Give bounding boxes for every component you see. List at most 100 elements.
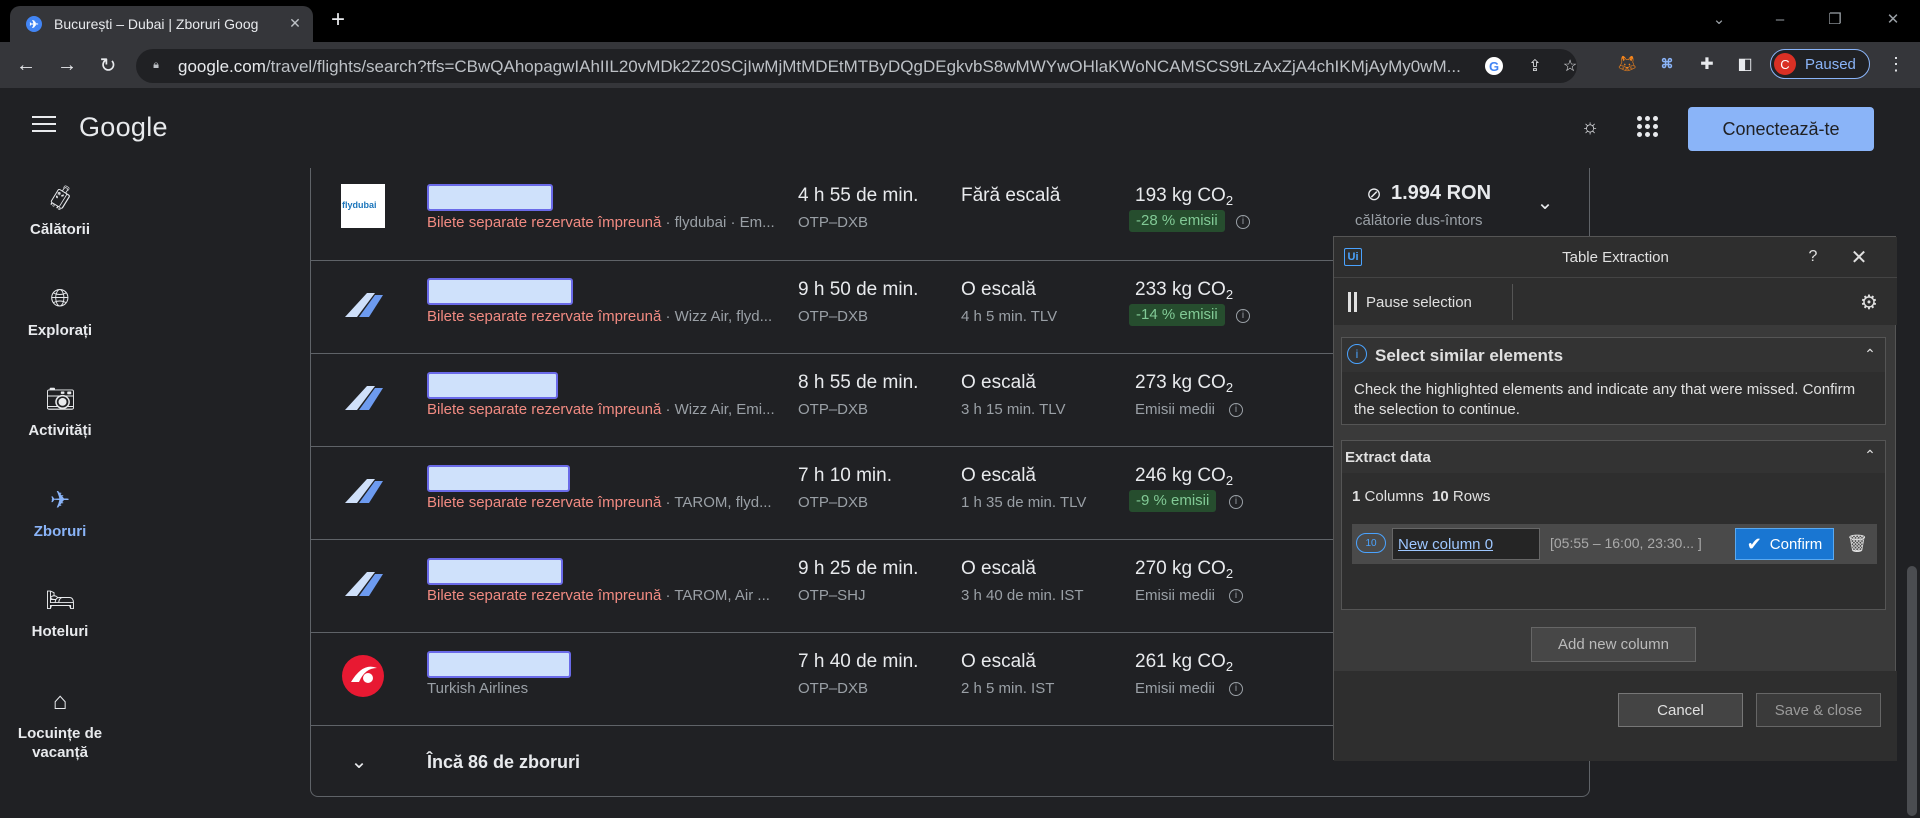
dialog-titlebar[interactable]: Ui Table Extraction ? ✕: [1334, 237, 1897, 277]
column-preview: [05:55 – 16:00, 23:30... ]: [1550, 535, 1702, 551]
home-icon: ⌂: [52, 688, 68, 715]
lock-icon[interactable]: 🔒︎: [150, 58, 162, 72]
bookmark-star-icon[interactable]: ☆: [1559, 55, 1581, 77]
google-logo[interactable]: Google: [79, 112, 168, 143]
flight-stops: O escală: [961, 651, 1036, 672]
flight-duration: 8 h 55 de min.: [798, 372, 919, 393]
cancel-button[interactable]: Cancel: [1618, 693, 1743, 727]
browser-menu-icon[interactable]: ⋮: [1886, 52, 1906, 76]
nav-item-travel[interactable]: 🧳︎ Călătorii: [0, 184, 120, 239]
info-icon[interactable]: i: [1236, 215, 1250, 229]
browser-tab[interactable]: ✈ București – Dubai | Zboruri Goog ✕: [10, 6, 313, 42]
flight-route: OTP–DXB: [798, 401, 869, 418]
google-apps-icon[interactable]: [1636, 115, 1660, 139]
column-row: 10 [05:55 – 16:00, 23:30... ] ✔ Confirm 🗑…: [1352, 524, 1877, 564]
new-tab-icon[interactable]: +: [326, 6, 350, 33]
help-icon[interactable]: ?: [1803, 247, 1823, 267]
flight-times-highlight[interactable]: [427, 278, 573, 305]
reload-icon[interactable]: ↻: [96, 53, 120, 77]
close-window-icon[interactable]: ✕: [1882, 8, 1904, 30]
collapse-caret-icon[interactable]: ⌃: [1862, 346, 1878, 362]
flight-co2: 193 kg CO2: [1135, 185, 1234, 208]
profile-button[interactable]: C Paused: [1770, 49, 1870, 79]
nav-label: Activități: [28, 422, 92, 439]
toolbar-divider: [1512, 284, 1513, 320]
nav-item-activities[interactable]: 📷︎ Activități: [0, 385, 120, 440]
stop-detail: 1 h 35 de min. TLV: [961, 494, 1087, 511]
scrollbar-thumb[interactable]: [1907, 566, 1917, 816]
flight-stops: O escală: [961, 279, 1036, 300]
side-panel-icon[interactable]: ◧: [1733, 52, 1757, 76]
tab-title: București – Dubai | Zboruri Goog: [54, 16, 259, 32]
theme-toggle-icon[interactable]: ☼: [1578, 115, 1602, 139]
check-icon: ✔: [1746, 533, 1762, 554]
flight-stops: O escală: [961, 558, 1036, 579]
google-flights-favicon-icon: ✈: [26, 16, 42, 32]
table-extraction-dialog: Ui Table Extraction ? ✕ Pause selection …: [1333, 236, 1897, 761]
settings-gear-icon[interactable]: ⚙: [1857, 290, 1881, 314]
add-new-column-button[interactable]: Add new column: [1531, 627, 1696, 662]
url-text[interactable]: google.com/travel/flights/search?tfs=CBw…: [178, 57, 1478, 77]
column-name-input[interactable]: [1392, 528, 1540, 560]
restore-icon[interactable]: ❐: [1824, 8, 1846, 30]
save-close-button[interactable]: Save & close: [1756, 693, 1881, 727]
tab-close-icon[interactable]: ✕: [285, 13, 305, 33]
nav-item-explore[interactable]: 🌐︎ Explorați: [0, 285, 120, 340]
flight-times-highlight[interactable]: [427, 465, 570, 492]
nav-item-vacation-rentals[interactable]: ⌂ Locuințe de vacanță: [0, 688, 120, 762]
flight-route: OTP–DXB: [798, 680, 869, 697]
pause-selection-button[interactable]: Pause selection: [1366, 294, 1472, 311]
info-icon[interactable]: i: [1229, 495, 1243, 509]
plane-icon: ✈: [49, 487, 71, 514]
dialog-toolbar: Pause selection ⚙: [1334, 277, 1897, 325]
flight-times-highlight[interactable]: [427, 184, 553, 211]
google-lens-icon[interactable]: G: [1485, 57, 1503, 75]
confirm-label: Confirm: [1769, 535, 1823, 553]
flight-times-highlight[interactable]: [427, 372, 558, 399]
section-header[interactable]: Extract data ⌃: [1342, 441, 1885, 473]
flight-carriers: Bilete separate rezervate împreună · Wiz…: [427, 308, 773, 325]
flight-duration: 9 h 50 de min.: [798, 279, 919, 300]
extensions-puzzle-icon[interactable]: ✚: [1695, 52, 1719, 76]
info-icon[interactable]: i: [1229, 589, 1243, 603]
forward-icon[interactable]: →: [55, 53, 79, 77]
expand-chevron-icon[interactable]: ⌄: [1533, 190, 1557, 214]
close-icon[interactable]: ✕: [1848, 246, 1870, 269]
flight-duration: 7 h 40 de min.: [798, 651, 919, 672]
tab-search-icon[interactable]: ⌄: [1708, 8, 1730, 30]
emissions-badge: -9 % emisii: [1129, 490, 1217, 512]
collapse-caret-icon[interactable]: ⌃: [1862, 447, 1878, 463]
flight-route: OTP–SHJ: [798, 587, 866, 604]
flight-carriers: Bilete separate rezervate împreună · TAR…: [427, 494, 772, 511]
flight-route: OTP–DXB: [798, 214, 869, 231]
page-scrollbar[interactable]: [1904, 88, 1920, 818]
multi-airline-logo: [345, 293, 383, 317]
dialog-footer: Cancel Save & close: [1334, 671, 1897, 761]
chevron-down-icon: ⌄: [350, 750, 368, 773]
trash-icon[interactable]: 🗑︎: [1846, 532, 1868, 556]
emissions-average: Emisii medii: [1135, 587, 1216, 604]
column-toggle[interactable]: 10: [1356, 533, 1386, 553]
nav-item-flights[interactable]: ✈ Zboruri: [0, 486, 120, 541]
main-menu-icon[interactable]: [32, 116, 56, 134]
flight-stops: O escală: [961, 465, 1036, 486]
extension-icon[interactable]: ⌘: [1655, 52, 1679, 76]
confirm-button[interactable]: ✔ Confirm: [1735, 528, 1834, 560]
section-header[interactable]: i Select similar elements ⌃: [1342, 338, 1885, 372]
flight-times-highlight[interactable]: [427, 558, 563, 585]
back-icon[interactable]: ←: [14, 53, 38, 77]
address-bar[interactable]: 🔒︎ google.com/travel/flights/search?tfs=…: [136, 49, 1577, 83]
info-icon[interactable]: i: [1229, 403, 1243, 417]
pause-icon[interactable]: [1348, 292, 1357, 312]
info-icon[interactable]: i: [1236, 309, 1250, 323]
nav-item-hotels[interactable]: 🛏︎ Hoteluri: [0, 586, 120, 641]
sign-in-button[interactable]: Conectează-te: [1688, 107, 1874, 151]
select-similar-section: i Select similar elements ⌃ Check the hi…: [1341, 337, 1886, 425]
emissions-average: Emisii medii: [1135, 401, 1216, 418]
share-icon[interactable]: ⇪: [1524, 55, 1546, 77]
minimize-icon[interactable]: –: [1769, 8, 1791, 30]
flight-times-highlight[interactable]: [427, 651, 571, 678]
profile-status: Paused: [1805, 56, 1856, 73]
metamask-extension-icon[interactable]: 🦊︎: [1615, 52, 1639, 76]
info-icon[interactable]: i: [1229, 682, 1243, 696]
